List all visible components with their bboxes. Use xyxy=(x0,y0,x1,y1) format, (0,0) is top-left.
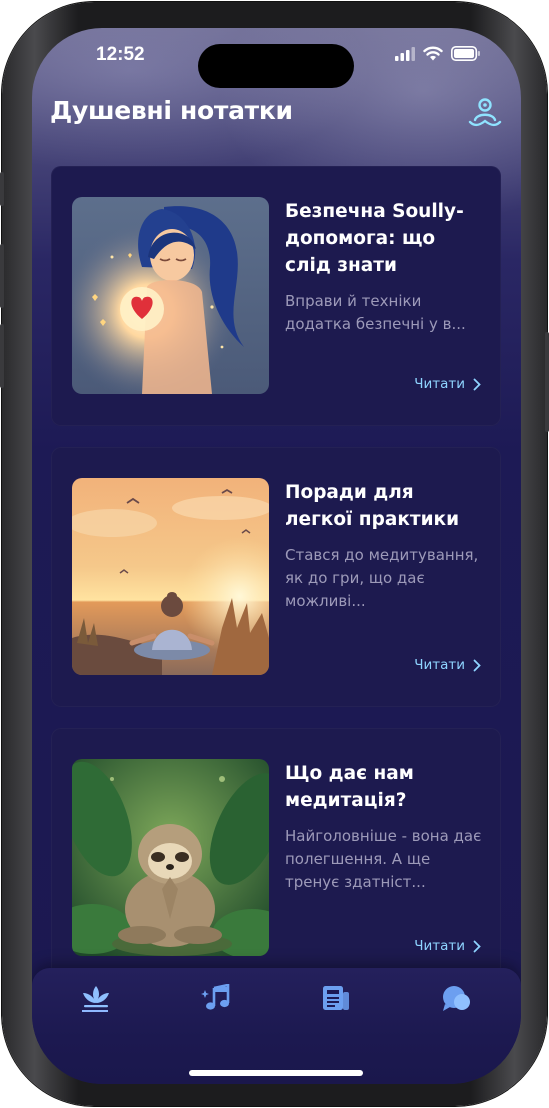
article-image-meditating-sloth xyxy=(72,759,269,956)
wifi-icon xyxy=(423,46,443,61)
article-card[interactable]: Поради для легкої практики Стався до мед… xyxy=(51,447,501,707)
read-link-label: Читати xyxy=(414,376,465,392)
lotus-person-icon[interactable] xyxy=(467,94,503,130)
page-title: Душевні нотатки xyxy=(50,96,293,125)
article-image-sunset-meditation xyxy=(72,478,269,675)
status-icons xyxy=(395,46,481,61)
home-indicator[interactable] xyxy=(189,1070,363,1076)
read-link-label: Читати xyxy=(414,938,465,954)
battery-icon xyxy=(451,46,480,61)
article-excerpt: Стався до медитування, як до гри, що дає… xyxy=(285,546,479,610)
chevron-right-icon xyxy=(473,378,481,390)
status-bar: 12:52 xyxy=(32,28,521,88)
article-title: Поради для легкої практики xyxy=(285,482,460,530)
read-link-label: Читати xyxy=(414,657,465,673)
volume-down-button xyxy=(0,324,4,388)
article-excerpt: Найголовніше - вона дає полегшення. А ще… xyxy=(285,827,482,891)
tab-music[interactable] xyxy=(196,984,236,1024)
active-tab-indicator xyxy=(82,1010,108,1012)
tab-chat[interactable] xyxy=(436,984,476,1024)
cellular-signal-icon xyxy=(395,46,415,61)
article-image-girl-heart xyxy=(72,197,269,394)
tab-home[interactable] xyxy=(76,984,116,1024)
chat-bubbles-icon xyxy=(443,986,470,1011)
chevron-right-icon xyxy=(473,659,481,671)
read-link[interactable]: Читати xyxy=(414,657,481,673)
article-card[interactable]: Що дає нам медитація? Найголовніше - вон… xyxy=(51,728,501,988)
newspaper-icon xyxy=(323,986,349,1010)
status-time: 12:52 xyxy=(96,44,145,65)
power-button xyxy=(545,332,549,432)
dynamic-island xyxy=(198,44,354,88)
header: Душевні нотатки xyxy=(50,92,505,142)
article-card[interactable]: Безпечна Soully-допомога: що слід знати … xyxy=(51,166,501,426)
volume-up-button xyxy=(0,244,4,308)
lotus-icon xyxy=(83,986,109,1008)
app-screen: 12:52 Душевні нотатки Безпечна Soully-до… xyxy=(32,28,521,1084)
music-sparkle-icon xyxy=(201,984,230,1010)
read-link[interactable]: Читати xyxy=(414,376,481,392)
read-link[interactable]: Читати xyxy=(414,938,481,954)
article-title: Що дає нам медитація? xyxy=(285,763,414,811)
phone-frame: 12:52 Душевні нотатки Безпечна Soully-до… xyxy=(0,2,549,1106)
tab-notes[interactable] xyxy=(316,984,356,1024)
article-title: Безпечна Soully-допомога: що слід знати xyxy=(285,201,464,276)
article-excerpt: Вправи й техніки додатка безпечні у в... xyxy=(285,292,466,333)
tab-bar xyxy=(32,968,521,1084)
chevron-right-icon xyxy=(473,940,481,952)
silent-switch xyxy=(0,172,4,206)
